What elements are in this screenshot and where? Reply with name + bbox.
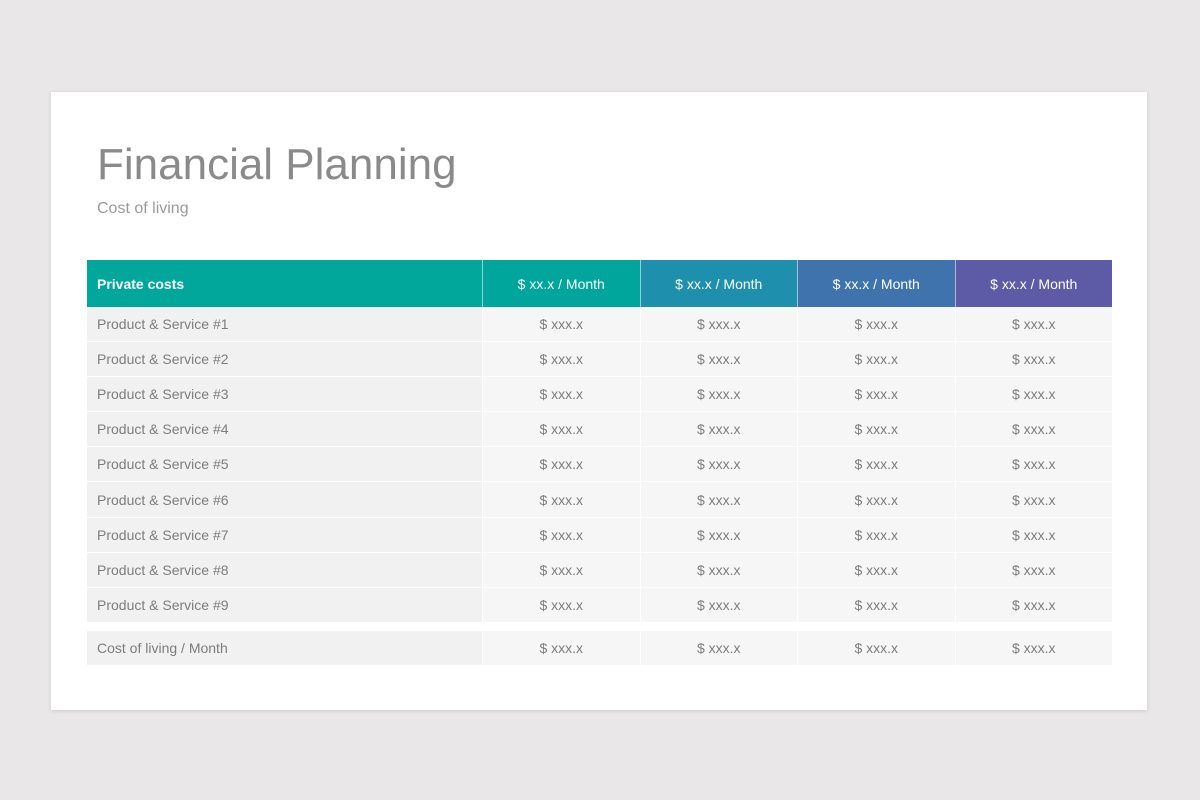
row-label: Product & Service #8 <box>87 552 482 587</box>
row-label: Product & Service #7 <box>87 517 482 552</box>
row-value: $ xxx.x <box>482 377 640 412</box>
row-value: $ xxx.x <box>639 307 797 342</box>
row-value: $ xxx.x <box>797 342 955 377</box>
row-value: $ xxx.x <box>482 412 640 447</box>
row-value: $ xxx.x <box>639 517 797 552</box>
row-label: Product & Service #3 <box>87 377 482 412</box>
row-value: $ xxx.x <box>954 342 1112 377</box>
table-row: Product & Service #7 $ xxx.x $ xxx.x $ xxx.… <box>87 517 1112 553</box>
total-value: $ xxx.x <box>482 630 640 665</box>
header-month-3: $ xx.x / Month <box>797 260 955 307</box>
row-value: $ xxx.x <box>954 412 1112 447</box>
row-value: $ xxx.x <box>639 342 797 377</box>
table-row: Product & Service #5 $ xxx.x $ xxx.x $ xxx.… <box>87 447 1112 483</box>
row-value: $ xxx.x <box>954 307 1112 342</box>
row-value: $ xxx.x <box>954 482 1112 517</box>
total-row: Cost of living / Month $ xxx.x $ xxx.x $… <box>87 630 1112 665</box>
cost-table: Private costs $ xx.x / Month $ xx.x / Mo… <box>87 260 1112 665</box>
row-value: $ xxx.x <box>482 482 640 517</box>
row-label: Product & Service #4 <box>87 412 482 447</box>
row-value: $ xxx.x <box>482 447 640 482</box>
row-value: $ xxx.x <box>954 587 1112 622</box>
row-value: $ xxx.x <box>482 307 640 342</box>
header-month-4: $ xx.x / Month <box>954 260 1112 307</box>
total-value: $ xxx.x <box>797 630 955 665</box>
row-value: $ xxx.x <box>954 517 1112 552</box>
row-value: $ xxx.x <box>639 587 797 622</box>
table-row: Product & Service #9 $ xxx.x $ xxx.x $ xxx.… <box>87 587 1112 623</box>
row-value: $ xxx.x <box>797 307 955 342</box>
row-label: Product & Service #2 <box>87 342 482 377</box>
row-value: $ xxx.x <box>482 552 640 587</box>
row-value: $ xxx.x <box>639 377 797 412</box>
table-header-row: Private costs $ xx.x / Month $ xx.x / Mo… <box>87 260 1112 307</box>
row-value: $ xxx.x <box>482 587 640 622</box>
table-row: Product & Service #8 $ xxx.x $ xxx.x $ xxx.… <box>87 552 1112 588</box>
row-value: $ xxx.x <box>954 447 1112 482</box>
row-value: $ xxx.x <box>797 377 955 412</box>
row-label: Product & Service #6 <box>87 482 482 517</box>
table-row: Product & Service #4 $ xxx.x $ xxx.x $ xxx.… <box>87 412 1112 448</box>
row-value: $ xxx.x <box>797 447 955 482</box>
total-value: $ xxx.x <box>639 630 797 665</box>
row-label: Product & Service #9 <box>87 587 482 622</box>
row-value: $ xxx.x <box>797 517 955 552</box>
total-label: Cost of living / Month <box>87 630 482 665</box>
table-row: Product & Service #6 $ xxx.x $ xxx.x $ xxx.… <box>87 482 1112 518</box>
row-value: $ xxx.x <box>639 447 797 482</box>
row-label: Product & Service #5 <box>87 447 482 482</box>
row-value: $ xxx.x <box>639 482 797 517</box>
table-row: Product & Service #3 $ xxx.x $ xxx.x $ xxx.… <box>87 377 1112 413</box>
table-total: Cost of living / Month $ xxx.x $ xxx.x $… <box>87 630 1112 665</box>
row-value: $ xxx.x <box>797 482 955 517</box>
page-subtitle: Cost of living <box>97 200 189 217</box>
table-row: Product & Service #2 $ xxx.x $ xxx.x $ xxx.… <box>87 342 1112 378</box>
row-value: $ xxx.x <box>797 412 955 447</box>
row-value: $ xxx.x <box>954 552 1112 587</box>
row-value: $ xxx.x <box>797 552 955 587</box>
page-title: Financial Planning <box>97 140 457 189</box>
row-label: Product & Service #1 <box>87 307 482 342</box>
row-value: $ xxx.x <box>954 377 1112 412</box>
row-value: $ xxx.x <box>639 412 797 447</box>
header-month-2: $ xx.x / Month <box>639 260 797 307</box>
row-value: $ xxx.x <box>639 552 797 587</box>
header-private-costs: Private costs <box>87 260 482 307</box>
slide: Financial Planning Cost of living Privat… <box>51 92 1147 710</box>
table-body: Product & Service #1 $ xxx.x $ xxx.x $ xxx.… <box>87 307 1112 623</box>
table-row: Product & Service #1 $ xxx.x $ xxx.x $ xxx.… <box>87 307 1112 343</box>
row-value: $ xxx.x <box>797 587 955 622</box>
total-value: $ xxx.x <box>954 630 1112 665</box>
row-value: $ xxx.x <box>482 517 640 552</box>
header-month-1: $ xx.x / Month <box>482 260 640 307</box>
row-value: $ xxx.x <box>482 342 640 377</box>
